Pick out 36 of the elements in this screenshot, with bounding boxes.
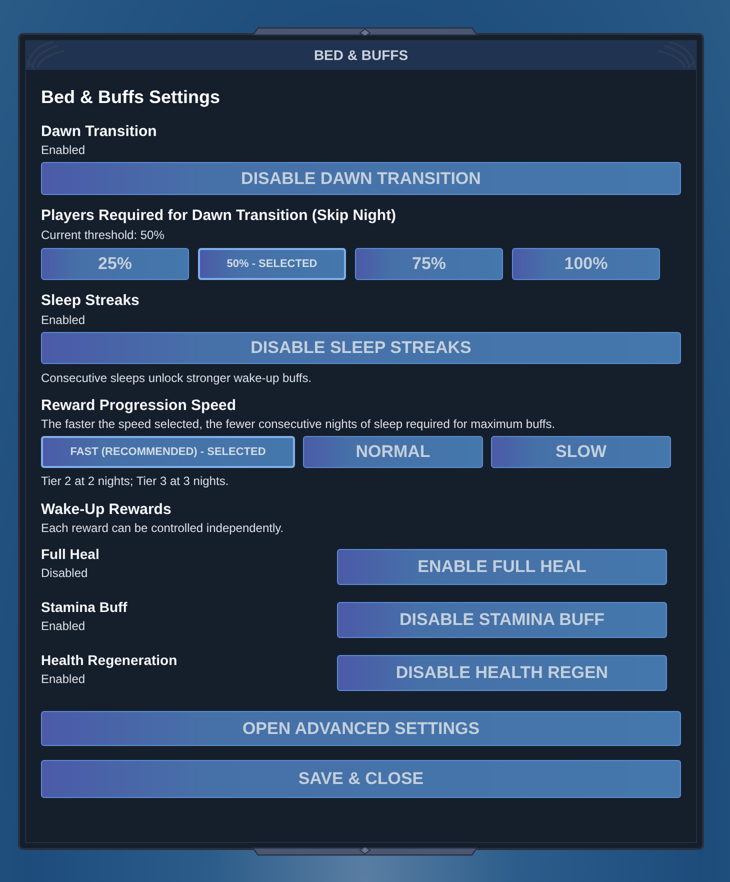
option-button[interactable]: 75% [355,248,503,280]
section-label: Wake-Up Rewards [41,500,172,520]
option-button[interactable]: 25% [41,248,189,280]
option-button[interactable]: 50% - SELECTED [198,248,346,280]
section-label: Sleep Streaks [41,291,140,311]
toggle-button[interactable]: DISABLE HEALTH REGEN [337,655,667,691]
action-button[interactable]: OPEN ADVANCED SETTINGS [41,711,681,746]
section-label: Dawn Transition [41,122,158,142]
note-text: Tier 2 at 2 nights; Tier 3 at 3 nights. [41,473,230,489]
toggle-button[interactable]: ENABLE FULL HEAL [337,549,667,585]
toggle-button[interactable]: DISABLE STAMINA BUFF [337,602,667,638]
reward-label: Full Heal [41,545,100,564]
status-text: Enabled [41,142,86,158]
status-text: Enabled [41,312,86,328]
option-button[interactable]: FAST (RECOMMENDED) - SELECTED [41,436,295,468]
status-text: Enabled [41,671,86,687]
status-text: Disabled [41,565,89,581]
description-text: The faster the speed selected, the fewer consecutive nights of sleep required for maximum buffs. [41,416,556,432]
toggle-button[interactable]: DISABLE SLEEP STREAKS [41,332,681,364]
action-button[interactable]: SAVE & CLOSE [41,760,681,798]
status-text: Enabled [41,618,86,634]
corner-ornament-icon [26,41,66,69]
description-text: Each reward can be controlled independently. [41,520,285,536]
reward-label: Health Regeneration [41,651,178,670]
status-text: Current threshold: 50% [41,227,166,243]
option-button[interactable]: NORMAL [303,436,483,468]
note-text: Consecutive sleeps unlock stronger wake-up buffs. [41,370,313,386]
section-label: Reward Progression Speed [41,396,238,416]
settings-heading: Bed & Buffs Settings [41,86,222,109]
corner-ornament-icon [656,41,696,69]
toggle-button[interactable]: DISABLE DAWN TRANSITION [41,162,681,195]
option-button[interactable]: 100% [512,248,660,280]
dialog-title: BED & BUFFS [314,46,408,65]
section-label: Players Required for Dawn Transition (Skip Night) [41,206,398,226]
reward-label: Stamina Buff [41,598,128,617]
option-button[interactable]: SLOW [491,436,671,468]
